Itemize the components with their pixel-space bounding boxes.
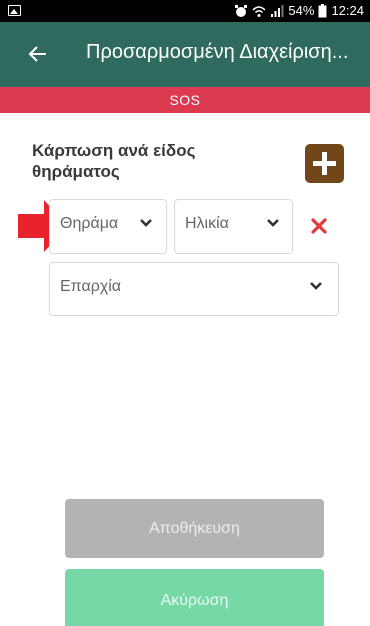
app-bar: Προσαρμοσμένη Διαχείριση... <box>0 22 370 87</box>
chevron-down-icon <box>310 282 322 290</box>
game-select-value: Θηράμα <box>60 215 119 232</box>
cancel-button[interactable]: Ακύρωση <box>65 569 324 626</box>
chevron-down-icon <box>140 219 152 227</box>
remove-row-icon[interactable] <box>310 217 328 235</box>
section-title: Κάρπωση ανά είδος θηράματος <box>32 141 196 181</box>
region-select-value: Επαρχία <box>60 278 122 295</box>
clock: 12:24 <box>331 3 364 18</box>
age-select[interactable]: Ηλικία <box>174 199 293 254</box>
region-select[interactable]: Επαρχία <box>49 262 339 316</box>
game-select[interactable]: Θηράμα <box>49 199 167 254</box>
sos-button[interactable]: SOS <box>0 87 370 113</box>
back-arrow-icon[interactable] <box>26 42 50 66</box>
page-title: Προσαρμοσμένη Διαχείριση... <box>86 41 349 63</box>
add-harvest-button[interactable] <box>305 144 344 183</box>
alarm-icon <box>235 4 248 17</box>
gallery-notification-icon <box>8 5 21 16</box>
battery-icon <box>318 3 327 17</box>
age-select-value: Ηλικία <box>185 215 229 232</box>
status-bar: 54% 12:24 <box>0 0 370 22</box>
save-button[interactable]: Αποθήκευση <box>65 499 324 558</box>
wifi-icon <box>252 5 266 17</box>
chevron-down-icon <box>267 219 279 227</box>
signal-icon <box>271 4 284 17</box>
battery-percent: 54% <box>288 3 315 18</box>
status-indicators: 54% 12:24 <box>234 3 364 18</box>
